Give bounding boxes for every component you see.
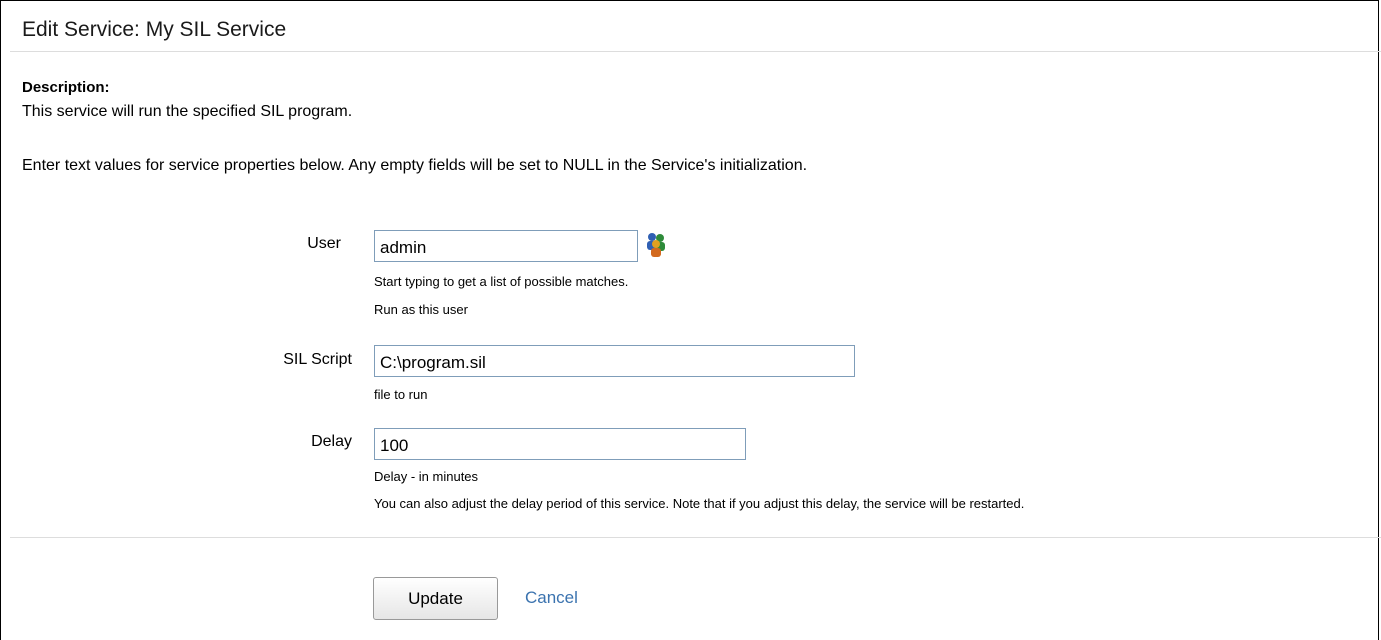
user-input[interactable]: [374, 230, 638, 262]
delay-input[interactable]: [374, 428, 746, 460]
delay-hint-restart: You can also adjust the delay period of …: [374, 496, 1025, 511]
description-text: This service will run the specified SIL …: [22, 103, 353, 120]
title-divider: [10, 51, 1381, 52]
delay-label: Delay: [311, 433, 352, 450]
sil-script-hint: file to run: [374, 387, 428, 402]
description-label: Description:: [22, 79, 110, 96]
sil-script-input[interactable]: [374, 345, 855, 377]
cancel-link[interactable]: Cancel: [525, 588, 578, 608]
page-title: Edit Service: My SIL Service: [22, 18, 287, 41]
page-frame: [0, 0, 1379, 640]
intro-text: Enter text values for service properties…: [22, 157, 808, 174]
sil-script-label: SIL Script: [283, 351, 352, 368]
actions-divider: [10, 537, 1381, 538]
user-label: User: [307, 235, 341, 252]
user-picker-icon[interactable]: [643, 230, 669, 258]
delay-hint-unit: Delay - in minutes: [374, 469, 479, 484]
update-button[interactable]: Update: [373, 577, 498, 620]
user-hint-run-as: Run as this user: [374, 302, 468, 317]
user-hint-matches: Start typing to get a list of possible m…: [374, 274, 629, 289]
